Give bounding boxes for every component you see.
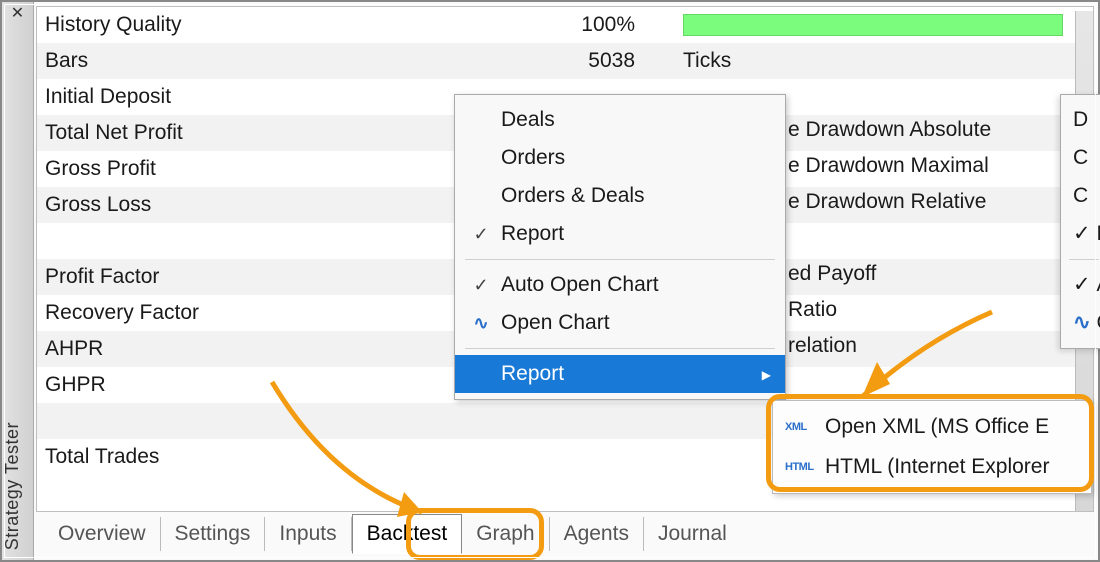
rc-payoff: ed Payoff <box>788 256 991 292</box>
rc-dd-max: e Drawdown Maximal <box>788 148 991 184</box>
html-icon: HTML <box>785 461 825 473</box>
chevron-right-icon <box>762 366 771 382</box>
submenu-label-xml: Open XML (MS Office E <box>825 415 1079 439</box>
menu-item-deals[interactable]: Deals <box>455 101 785 139</box>
menu-separator <box>465 259 775 260</box>
menu-separator <box>465 348 775 349</box>
label-history-quality: History Quality <box>45 13 465 37</box>
tab-graph[interactable]: Graph <box>462 517 549 551</box>
close-icon[interactable]: ✕ <box>2 6 33 22</box>
menu-item-open-chart[interactable]: Open Chart <box>455 304 785 342</box>
menu-label-report: Report <box>495 362 762 386</box>
label-initial-deposit: Initial Deposit <box>45 85 465 109</box>
menu2-i6[interactable]: C <box>1061 304 1100 342</box>
xml-icon: XML <box>785 421 825 433</box>
menu2-i4[interactable]: F <box>1061 215 1100 253</box>
check-icon <box>467 224 495 245</box>
row-bars: Bars 5038 Ticks <box>37 43 1093 79</box>
menu2-i3[interactable]: C <box>1061 177 1100 215</box>
app-frame: ✕ Strategy Tester History Quality 100% B… <box>0 0 1100 562</box>
row-history-quality: History Quality 100% <box>37 7 1093 43</box>
sidebar: ✕ Strategy Tester <box>2 2 34 560</box>
label-profit-factor: Profit Factor <box>45 265 465 289</box>
chart-icon <box>467 313 495 334</box>
quality-bar <box>683 14 1063 36</box>
check-icon <box>1073 222 1091 245</box>
menu-item-report[interactable]: Report <box>455 355 785 393</box>
tab-backtest[interactable]: Backtest <box>352 514 463 554</box>
tab-agents[interactable]: Agents <box>550 517 644 551</box>
tab-bar: Overview Settings Inputs Backtest Graph … <box>36 512 1094 556</box>
menu-item-orders-deals[interactable]: Orders & Deals <box>455 177 785 215</box>
label-gross-loss: Gross Loss <box>45 193 465 217</box>
menu-item-orders[interactable]: Orders <box>455 139 785 177</box>
check-icon <box>467 275 495 296</box>
menu-label-deals: Deals <box>495 108 771 132</box>
menu-item-auto-open-chart[interactable]: Auto Open Chart <box>455 266 785 304</box>
context-menu: Deals Orders Orders & Deals Report Auto … <box>454 94 786 400</box>
context-menu-peek: D C C F A C <box>1060 94 1100 349</box>
quality-bar-cell <box>665 13 1085 37</box>
rc-dd-abs: e Drawdown Absolute <box>788 112 991 148</box>
menu2-i1[interactable]: D <box>1061 101 1100 139</box>
label-ticks: Ticks <box>665 49 1085 73</box>
sidebar-title: Strategy Tester <box>2 422 33 550</box>
report-submenu: XMLOpen XML (MS Office E HTMLHTML (Inter… <box>772 400 1092 494</box>
right-column-labels: e Drawdown Absolute e Drawdown Maximal e… <box>788 76 991 364</box>
submenu-label-html: HTML (Internet Explorer <box>825 455 1079 479</box>
menu2-i2[interactable]: C <box>1061 139 1100 177</box>
label-ahpr: AHPR <box>45 337 465 361</box>
menu-label-orders: Orders <box>495 146 771 170</box>
value-bars: 5038 <box>465 49 665 73</box>
label-gross-profit: Gross Profit <box>45 157 465 181</box>
label-total-net-profit: Total Net Profit <box>45 121 465 145</box>
menu-separator <box>1069 259 1099 260</box>
menu-item-report-view[interactable]: Report <box>455 215 785 253</box>
rc-relation: relation <box>788 328 991 364</box>
label-total-trades: Total Trades <box>45 445 465 469</box>
label-ghpr: GHPR <box>45 373 465 397</box>
tab-overview[interactable]: Overview <box>44 517 161 551</box>
value-history-quality: 100% <box>465 13 665 37</box>
tab-journal[interactable]: Journal <box>644 517 741 551</box>
tab-inputs[interactable]: Inputs <box>265 517 351 551</box>
check-icon <box>1073 273 1091 296</box>
menu-label-auto-open-chart: Auto Open Chart <box>495 273 771 297</box>
chart-icon <box>1073 311 1091 334</box>
submenu-item-html[interactable]: HTMLHTML (Internet Explorer <box>773 447 1091 487</box>
label-recovery-factor: Recovery Factor <box>45 301 465 325</box>
menu-label-orders-deals: Orders & Deals <box>495 184 771 208</box>
menu-label-open-chart: Open Chart <box>495 311 771 335</box>
menu-label-report-view: Report <box>495 222 771 246</box>
rc-dd-rel: e Drawdown Relative <box>788 184 991 220</box>
tab-settings[interactable]: Settings <box>161 517 266 551</box>
label-bars: Bars <box>45 49 465 73</box>
rc-ratio: Ratio <box>788 292 991 328</box>
menu2-i5[interactable]: A <box>1061 266 1100 304</box>
submenu-item-xml[interactable]: XMLOpen XML (MS Office E <box>773 407 1091 447</box>
